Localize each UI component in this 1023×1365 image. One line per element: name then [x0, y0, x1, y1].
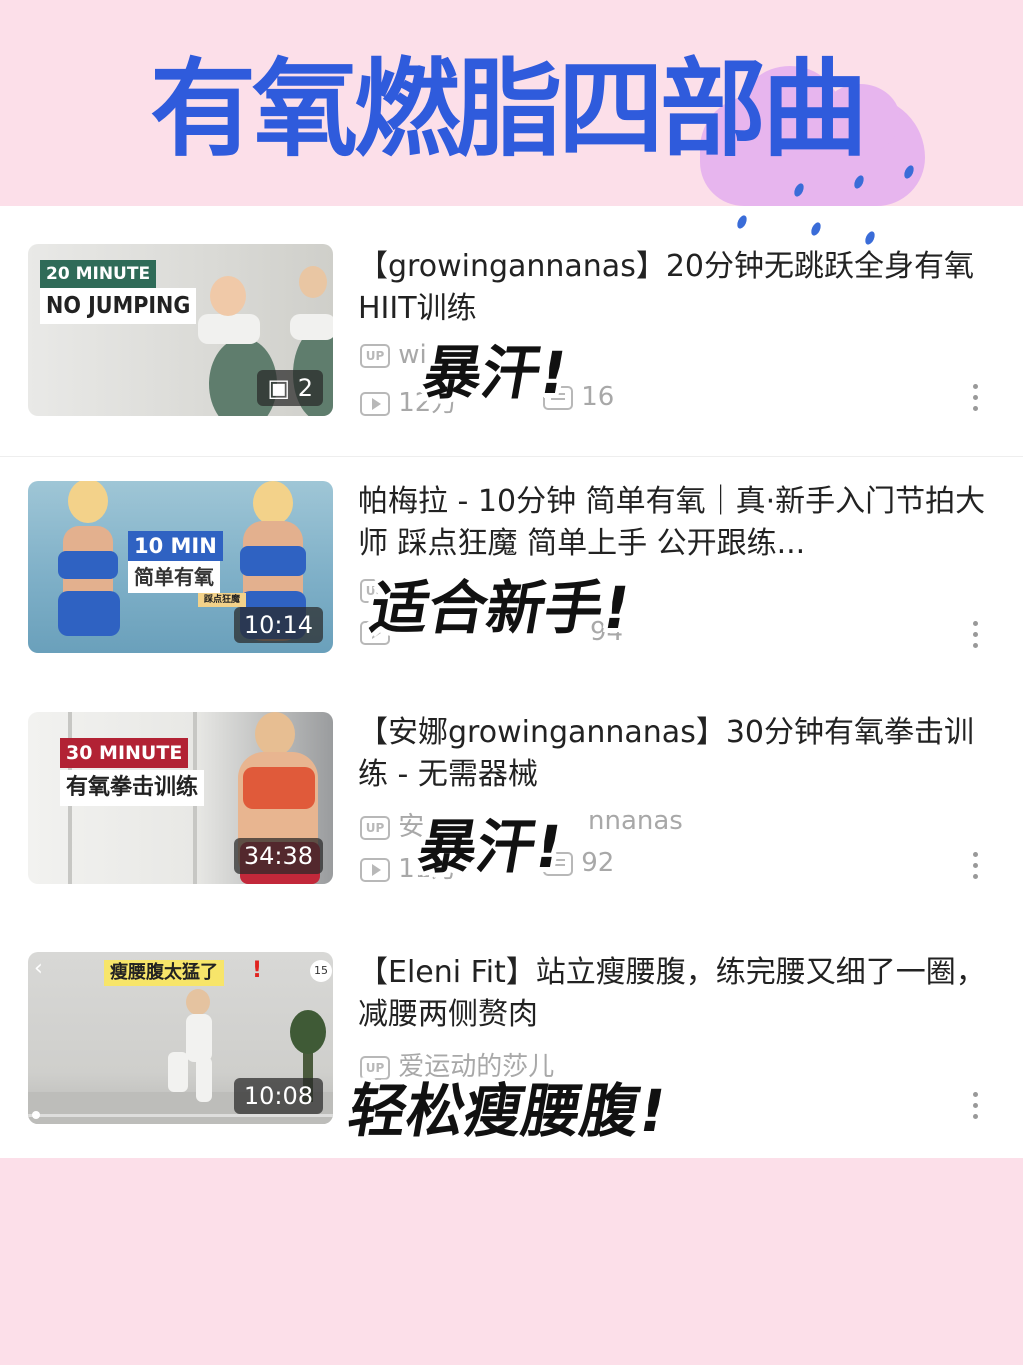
footer-area: [0, 1158, 1023, 1365]
thumbnail-subtag: 踩点狂魔: [198, 593, 247, 607]
video-thumbnail[interactable]: 10 MIN 简单有氧 踩点狂魔 10:14: [28, 481, 333, 653]
video-title[interactable]: 【Eleni Fit】站立瘦腰腹，练完腰又细了一圈，减腰两侧赘肉: [358, 952, 988, 1036]
video-thumbnail[interactable]: 20 MINUTE NO JUMPING ▣ 2: [28, 244, 333, 416]
thumbnail-tag: 有氧拳击训练: [60, 770, 205, 806]
thumbnail-tag-top: 10 MIN: [128, 531, 223, 561]
video-title[interactable]: 帕梅拉 - 10分钟 简单有氧｜真·新手入门节拍大师 踩点狂魔 简单上手 公开跟…: [358, 481, 988, 565]
uploader[interactable]: UP 安: [360, 806, 424, 843]
page-title: 有氧燃脂四部曲: [150, 48, 868, 171]
video-row[interactable]: 10 MIN 简单有氧 踩点狂魔 10:14 帕梅拉 - 10分钟 简单有氧｜真…: [0, 441, 1023, 671]
more-options-icon[interactable]: [968, 384, 982, 420]
video-thumbnail[interactable]: ‹ 瘦腰腹太猛了 ! 15 10:08: [28, 952, 333, 1124]
duration-badge: 34:38: [233, 838, 323, 874]
sticker-text: 暴汗!: [412, 812, 569, 883]
uploader-tail: nnanas: [588, 806, 683, 836]
sticker-text: 暴汗!: [417, 338, 574, 409]
video-title[interactable]: 【安娜growingannanas】30分钟有氧拳击训练 - 无需器械: [358, 712, 988, 796]
thumbnail-tag-top: 30 MINUTE: [60, 738, 189, 768]
play-count-icon: [360, 391, 390, 416]
duration-badge: 10:14: [233, 607, 323, 643]
up-icon: UP: [360, 343, 390, 368]
timer-badge: 15: [310, 960, 332, 982]
thumbnail-tag-top: 20 MINUTE: [40, 260, 157, 288]
collection-badge: ▣ 2: [257, 370, 323, 406]
thumbnail-tag: 简单有氧: [128, 561, 220, 593]
more-options-icon[interactable]: [968, 621, 982, 657]
video-row[interactable]: 30 MINUTE 有氧拳击训练 34:38 【安娜growingannanas…: [0, 672, 1023, 902]
sticker-text: 适合新手!: [364, 573, 637, 644]
sticker-text: 轻松瘦腰腹!: [342, 1076, 673, 1147]
more-options-icon[interactable]: [968, 852, 982, 888]
up-icon: UP: [360, 815, 390, 840]
video-thumbnail[interactable]: 30 MINUTE 有氧拳击训练 34:38: [28, 712, 333, 884]
duration-badge: 10:08: [233, 1078, 323, 1114]
back-icon[interactable]: ‹: [34, 956, 43, 981]
play-count-icon: [360, 857, 390, 882]
thumbnail-tag: NO JUMPING: [40, 288, 197, 324]
uploader[interactable]: UP wi: [360, 340, 427, 370]
video-row[interactable]: ‹ 瘦腰腹太猛了 ! 15 10:08 【Eleni Fit】站立瘦腰腹，练完腰…: [0, 912, 1023, 1147]
playlist-icon: ▣: [267, 374, 298, 402]
thumbnail-tag: 瘦腰腹太猛了: [104, 960, 224, 986]
exclamation-mark: !: [252, 958, 263, 983]
header: 有氧燃脂四部曲: [0, 0, 1023, 206]
video-title[interactable]: 【growingannanas】20分钟无跳跃全身有氧HIIT训练: [358, 246, 988, 330]
video-list: 20 MINUTE NO JUMPING ▣ 2 【growingannanas…: [0, 206, 1023, 1158]
more-options-icon[interactable]: [968, 1092, 982, 1128]
